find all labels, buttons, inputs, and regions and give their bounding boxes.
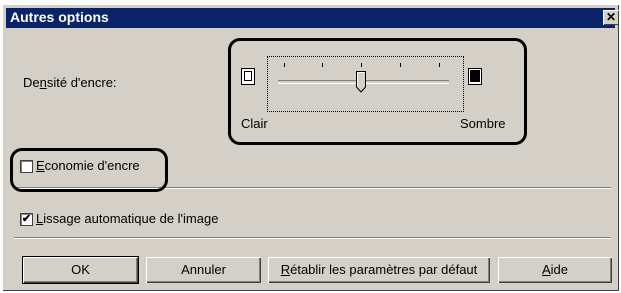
reset-defaults-button[interactable]: Rétablir les paramètres par défaut xyxy=(268,257,490,283)
slider-tick xyxy=(284,63,285,67)
ink-density-label: Densité d'encre: xyxy=(23,75,117,90)
help-button[interactable]: Aide xyxy=(498,257,612,283)
density-slider-focus xyxy=(267,56,464,112)
cancel-button[interactable]: Annuler xyxy=(146,257,261,283)
slider-tick xyxy=(361,63,362,67)
options-dialog: Autres options ✕ Densité d'encre: Clair … xyxy=(2,4,619,291)
image-smoothing-label[interactable]: Lissage automatique de l'image xyxy=(36,211,218,226)
check-icon: ✔ xyxy=(21,213,32,225)
slider-max-label: Sombre xyxy=(460,116,506,131)
light-ink-icon xyxy=(241,68,255,85)
density-slider-thumb[interactable] xyxy=(355,71,366,93)
image-smoothing-checkbox[interactable]: ✔ xyxy=(21,214,32,225)
slider-min-label: Clair xyxy=(241,116,268,131)
slider-tick xyxy=(439,63,440,67)
ink-economy-checkbox[interactable] xyxy=(21,161,32,172)
title-bar: Autres options ✕ xyxy=(6,8,619,28)
close-icon[interactable]: ✕ xyxy=(603,10,619,25)
slider-tick xyxy=(400,63,401,67)
window-title: Autres options xyxy=(10,9,109,25)
separator xyxy=(14,237,611,239)
ok-button[interactable]: OK xyxy=(22,256,139,284)
ink-economy-label[interactable]: Economie d'encre xyxy=(36,158,140,173)
dark-ink-icon xyxy=(468,68,482,85)
slider-tick xyxy=(322,63,323,67)
